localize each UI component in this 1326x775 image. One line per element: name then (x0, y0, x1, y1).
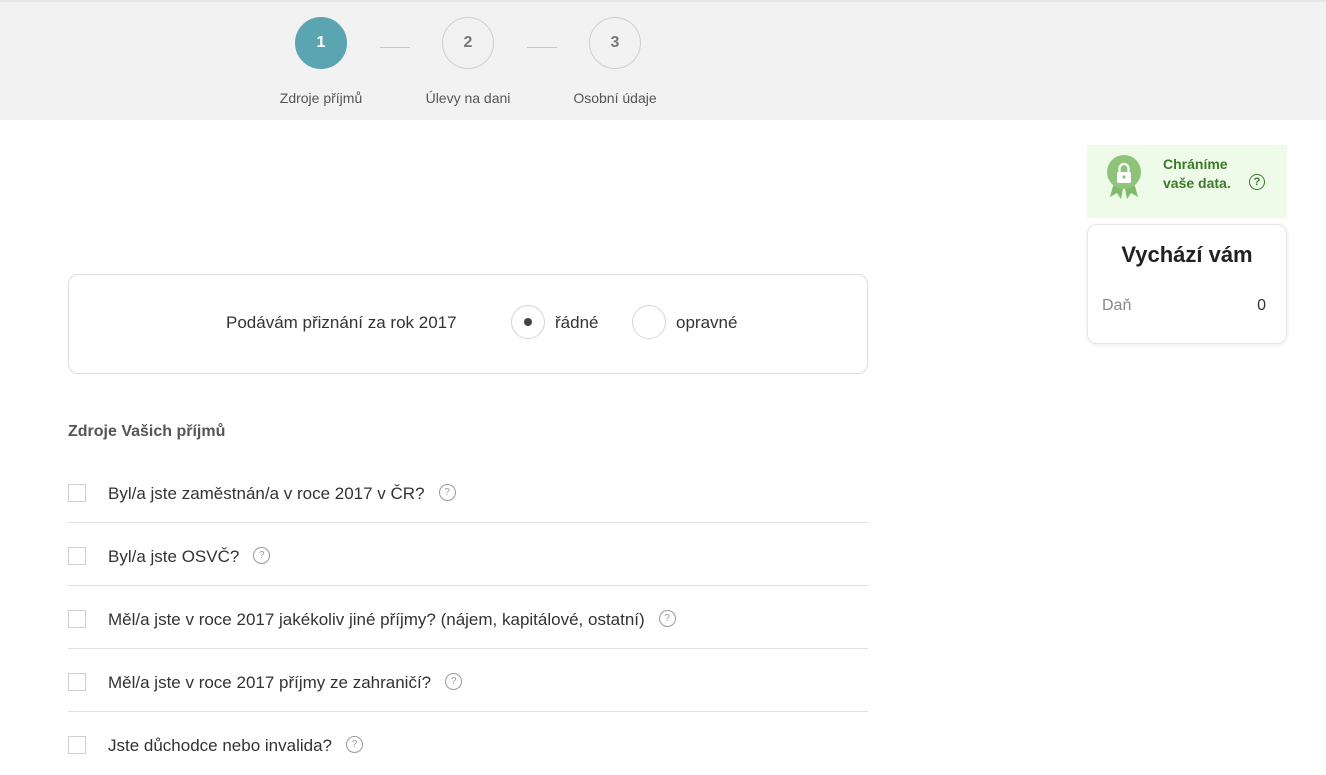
tax-summary-card: Vychází vám Daň 0 (1087, 224, 1287, 344)
step-2-label: Úlevy na dani (425, 90, 511, 106)
income-question-row: Měl/a jste v roce 2017 jakékoliv jiné př… (68, 586, 868, 649)
question-text[interactable]: Jste důchodce nebo invalida? (108, 736, 332, 755)
data-protection-text: Chráníme vaše data. (1163, 156, 1231, 191)
help-icon[interactable]: ? (346, 736, 363, 753)
question-text[interactable]: Měl/a jste v roce 2017 příjmy ze zahrani… (108, 673, 431, 692)
step-3-circle[interactable]: 3 (589, 17, 641, 69)
radio-selected-dot (524, 318, 532, 326)
filing-type-box: Podávám přiznání za rok 2017 řádné oprav… (68, 274, 868, 374)
help-icon[interactable]: ? (445, 673, 463, 690)
step-connector (527, 47, 557, 48)
pensioner-checkbox[interactable] (68, 736, 86, 754)
tax-label: Daň (1102, 297, 1132, 314)
step-1-circle[interactable]: 1 (295, 17, 347, 69)
income-section-title: Zdroje Vašich příjmů (68, 423, 226, 440)
step-1-label: Zdroje příjmů (279, 90, 363, 106)
other-income-checkbox[interactable] (68, 610, 86, 628)
summary-title: Vychází vám (1121, 242, 1253, 267)
question-text[interactable]: Byl/a jste OSVČ? (108, 547, 239, 566)
step-2-number: 2 (463, 34, 473, 51)
help-icon[interactable]: ? (253, 547, 271, 564)
step-connector (380, 47, 410, 48)
income-question-row: Měl/a jste v roce 2017 příjmy ze zahrani… (68, 649, 868, 712)
security-badge-icon (1107, 155, 1141, 199)
radio-radne[interactable] (511, 305, 545, 339)
help-icon[interactable]: ? (658, 610, 676, 627)
radio-radne-label[interactable]: řádné (555, 313, 598, 333)
income-question-row: Byl/a jste OSVČ?? (68, 523, 868, 586)
income-question-row: Byl/a jste zaměstnán/a v roce 2017 v ČR?… (68, 460, 868, 523)
foreign-income-checkbox[interactable] (68, 673, 86, 691)
filing-type-label: Podávám přiznání za rok 2017 (226, 313, 457, 332)
question-text[interactable]: Měl/a jste v roce 2017 jakékoliv jiné př… (108, 610, 645, 629)
step-3-number: 3 (610, 34, 620, 51)
radio-opravne[interactable] (632, 305, 666, 339)
self-employed-checkbox[interactable] (68, 547, 86, 565)
radio-opravne-label[interactable]: opravné (676, 313, 737, 333)
question-icon[interactable]: ? (1249, 174, 1265, 190)
step-1-number: 1 (316, 34, 326, 51)
help-icon[interactable]: ? (438, 484, 456, 501)
step-2-circle[interactable]: 2 (442, 17, 494, 69)
data-protection-banner: Chráníme vaše data. ? (1087, 145, 1287, 218)
employment-checkbox[interactable] (68, 484, 86, 502)
tax-value: 0 (1257, 297, 1266, 314)
stepper-bar: 1 2 3 Zdroje příjmů Úlevy na dani Osobní… (0, 0, 1326, 120)
step-3-label: Osobní údaje (573, 90, 657, 106)
question-text[interactable]: Byl/a jste zaměstnán/a v roce 2017 v ČR? (108, 484, 425, 503)
